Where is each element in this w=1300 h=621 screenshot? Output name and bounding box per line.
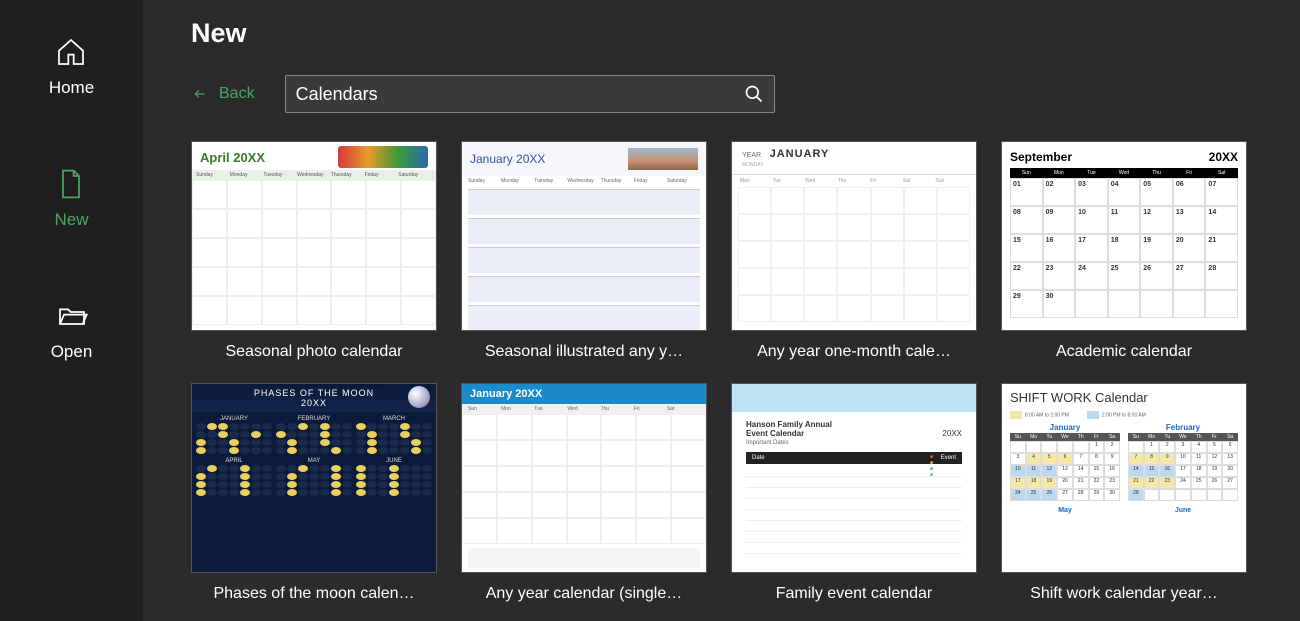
thumb-month: January 20XX — [470, 152, 545, 166]
nav-open-label: Open — [51, 342, 93, 362]
template-label: Any year calendar (single… — [461, 585, 707, 603]
thumb-title: Hanson Family Annual — [746, 420, 832, 429]
template-grid: April 20XX SundayMondayTuesdayWednesdayT… — [191, 141, 1300, 603]
back-button[interactable]: Back — [191, 85, 255, 103]
thumb-year: 20XX — [301, 398, 327, 408]
search-icon[interactable] — [744, 84, 764, 104]
template-thumb: Hanson Family Annual Event Calendar 20XX… — [731, 383, 977, 573]
template-label: Any year one-month cale… — [731, 343, 977, 361]
template-label: Seasonal photo calendar — [191, 343, 437, 361]
template-thumb: YEAR JANUARYMONDAY MonTueWedThuFriSatSun — [731, 141, 977, 331]
template-thumb: PHASES OF THE MOON20XX JANUARY FEBRUARY … — [191, 383, 437, 573]
back-arrow-icon — [191, 87, 209, 101]
file-icon — [55, 168, 87, 200]
template-any-year-single[interactable]: January 20XX SunMonTueWedThuFriSat Any y… — [461, 383, 707, 603]
template-label: Academic calendar — [1001, 343, 1247, 361]
folder-open-icon — [56, 300, 88, 332]
thumb-month: JANUARY — [770, 148, 830, 160]
thumb-title: SHIFT WORK — [1010, 390, 1091, 405]
thumb-year: YEAR — [742, 152, 761, 159]
thumb-title: PHASES OF THE MOON — [254, 388, 374, 398]
template-thumb: September20XX SunMonTueWedThuFriSat 0102… — [1001, 141, 1247, 331]
thumb-year: 20XX — [942, 429, 962, 438]
page-title: New — [191, 18, 1300, 49]
thumb-sub: MONDAY — [742, 162, 966, 168]
template-label: Phases of the moon calen… — [191, 585, 437, 603]
template-family-event[interactable]: Hanson Family Annual Event Calendar 20XX… — [731, 383, 977, 603]
search-input[interactable] — [296, 84, 744, 105]
nav-new-label: New — [54, 210, 88, 230]
template-thumb: SHIFT WORK Calendar 8:00 AM to 2:00 PM2:… — [1001, 383, 1247, 573]
search-box[interactable] — [285, 75, 775, 113]
main-content: New Back April 20XX SundayMondayTuesdayW… — [143, 0, 1300, 621]
template-seasonal-photo[interactable]: April 20XX SundayMondayTuesdayWednesdayT… — [191, 141, 437, 361]
template-shift-work[interactable]: SHIFT WORK Calendar 8:00 AM to 2:00 PM2:… — [1001, 383, 1247, 603]
template-label: Family event calendar — [731, 585, 977, 603]
thumb-month: April 20XX — [200, 150, 265, 165]
template-thumb: April 20XX SundayMondayTuesdayWednesdayT… — [191, 141, 437, 331]
template-thumb: January 20XX SundayMondayTuesdayWednesda… — [461, 141, 707, 331]
nav-open[interactable]: Open — [51, 300, 93, 362]
template-thumb: January 20XX SunMonTueWedThuFriSat — [461, 383, 707, 573]
template-seasonal-illustrated[interactable]: January 20XX SundayMondayTuesdayWednesda… — [461, 141, 707, 361]
sidebar: Home New Open — [0, 0, 143, 621]
home-icon — [55, 36, 87, 68]
nav-home[interactable]: Home — [49, 36, 94, 98]
back-label: Back — [219, 85, 255, 103]
nav-new[interactable]: New — [54, 168, 88, 230]
thumb-month: September — [1010, 150, 1072, 164]
template-label: Shift work calendar year… — [1001, 585, 1247, 603]
thumb-month: January 20XX — [462, 384, 706, 404]
nav-home-label: Home — [49, 78, 94, 98]
thumb-year: 20XX — [1209, 150, 1238, 164]
template-any-year-one-month[interactable]: YEAR JANUARYMONDAY MonTueWedThuFriSatSun… — [731, 141, 977, 361]
template-academic[interactable]: September20XX SunMonTueWedThuFriSat 0102… — [1001, 141, 1247, 361]
template-label: Seasonal illustrated any y… — [461, 343, 707, 361]
template-moon-phases[interactable]: PHASES OF THE MOON20XX JANUARY FEBRUARY … — [191, 383, 437, 603]
